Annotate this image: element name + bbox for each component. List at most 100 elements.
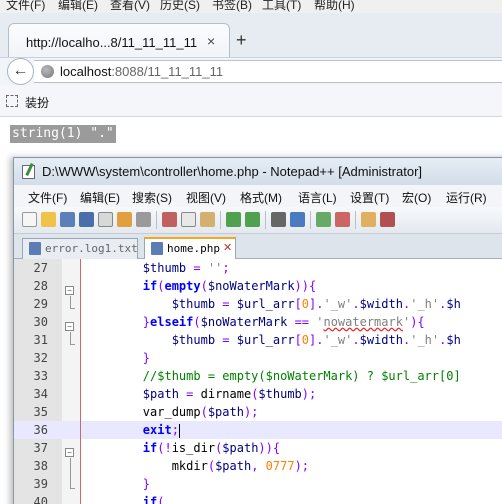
npp-menu-settings[interactable]: 设置(T) <box>350 189 389 206</box>
npp-file-tabs: error.log1.txt home.php ✕ <box>14 234 502 259</box>
file-tab-home-php[interactable]: home.php ✕ <box>144 237 236 259</box>
code-text: }elseif($noWaterMark == 'nowatermark'){ <box>142 315 425 329</box>
code-line: 38 mkdir($path, 0777); <box>14 457 502 475</box>
line-number: 35 <box>33 405 48 419</box>
code-text: $thumb = $url_arr[0].'_w'.$width.'_h'.$h <box>171 297 461 311</box>
open-folder-icon[interactable] <box>41 212 56 227</box>
globe-icon <box>41 65 54 78</box>
menu-bookmarks[interactable]: 书签(B) <box>212 0 252 13</box>
menu-history[interactable]: 历史(S) <box>160 0 200 13</box>
code-text: $thumb = $url_arr[0].'_w'.$width.'_h'.$h <box>171 333 461 347</box>
npp-menu-language[interactable]: 语言(L) <box>298 189 337 206</box>
url-bar[interactable]: localhost:8088/11_11_11_11 <box>34 60 502 83</box>
line-number: 31 <box>33 333 48 347</box>
code-text: mkdir($path, 0777); <box>85 459 310 473</box>
notepadpp-icon <box>22 165 35 179</box>
browser-menubar: 文件(F) 编辑(E) 查看(V) 历史(S) 书签(B) 工具(T) 帮助(H… <box>0 0 502 13</box>
undo-icon[interactable] <box>226 212 241 227</box>
code-line: 39 } <box>14 475 502 493</box>
toolbar-separator <box>355 211 356 229</box>
var-dump-output: string(1) "." <box>10 125 116 143</box>
toolbar-separator <box>220 211 221 229</box>
zoom-in-icon[interactable] <box>316 212 331 227</box>
url-host: localhost <box>60 64 112 79</box>
code-line: 29 $thumb = $url_arr[0].'_w'.$width.'_h'… <box>14 295 502 313</box>
new-file-icon[interactable] <box>22 212 37 227</box>
line-number: 37 <box>33 441 48 455</box>
line-number: 32 <box>33 351 48 365</box>
code-editor[interactable]: − − − 27 $thumb = ''; 28 if(empty($noWat… <box>14 259 502 504</box>
menu-tools[interactable]: 工具(T) <box>262 0 301 13</box>
code-line: 31 $thumb = $url_arr[0].'_w'.$width.'_h'… <box>14 331 502 349</box>
toolbar-separator <box>310 211 311 229</box>
npp-titlebar[interactable]: D:\WWW\system\controller\home.php - Note… <box>14 158 502 185</box>
line-number: 33 <box>33 369 48 383</box>
wrap-icon[interactable] <box>380 212 395 227</box>
line-number: 34 <box>33 387 48 401</box>
file-tab-label: error.log1.txt <box>45 242 138 255</box>
bookmark-item[interactable]: 装扮 <box>25 94 49 111</box>
file-icon <box>29 242 41 255</box>
menu-edit[interactable]: 编辑(E) <box>58 0 98 13</box>
code-line: 32 } <box>14 349 502 367</box>
code-text: if(empty($noWaterMark)){ <box>142 279 317 293</box>
toolbar-separator <box>156 211 157 229</box>
code-text: if(!is_dir($path)){ <box>142 441 281 455</box>
line-number: 29 <box>33 297 48 311</box>
file-tab-error-log[interactable]: error.log1.txt <box>22 238 138 259</box>
code-line: 35 var_dump($path); <box>14 403 502 421</box>
npp-menu-format[interactable]: 格式(M) <box>240 189 282 206</box>
close-all-icon[interactable] <box>117 212 132 227</box>
close-icon[interactable]: ✕ <box>223 241 232 254</box>
file-tab-label: home.php <box>167 242 220 255</box>
url-text[interactable]: localhost:8088/11_11_11_11 <box>60 64 223 79</box>
paste-icon[interactable] <box>200 212 215 227</box>
code-line: 40 if(... <box>14 493 502 504</box>
code-line: 28 if(empty($noWaterMark)){ <box>14 277 502 295</box>
browser-navbar: localhost:8088/11_11_11_11 ← <box>0 57 502 85</box>
npp-menu-run[interactable]: 运行(R) <box>446 189 487 206</box>
menu-file[interactable]: 文件(F) <box>6 0 45 13</box>
find-icon[interactable] <box>271 212 286 227</box>
menu-view[interactable]: 查看(V) <box>110 0 150 13</box>
npp-menu-file[interactable]: 文件(F) <box>28 189 67 206</box>
cut-icon[interactable] <box>162 212 177 227</box>
code-line: 30 }elseif($noWaterMark == 'nowatermark'… <box>14 313 502 331</box>
back-button[interactable]: ← <box>7 58 34 85</box>
save-all-icon[interactable] <box>79 212 94 227</box>
code-text: exit; <box>142 423 180 438</box>
new-tab-button[interactable]: + <box>236 31 247 49</box>
code-line: 34 $path = dirname($thumb); <box>14 385 502 403</box>
npp-window-title: D:\WWW\system\controller\home.php - Note… <box>42 164 423 179</box>
browser-tab-active[interactable]: http://localho...8/11_11_11_11 × <box>8 23 230 57</box>
code-text: } <box>142 351 151 365</box>
save-icon[interactable] <box>60 212 75 227</box>
line-number: 30 <box>33 315 48 329</box>
close-icon[interactable]: × <box>207 33 215 49</box>
close-file-icon[interactable] <box>98 212 113 227</box>
toolbar-separator <box>265 211 266 229</box>
tab-title: http://localho...8/11_11_11_11 <box>26 35 198 50</box>
print-icon[interactable] <box>136 212 151 227</box>
sync-scroll-icon[interactable] <box>361 212 376 227</box>
replace-icon[interactable] <box>290 212 305 227</box>
copy-icon[interactable] <box>181 212 196 227</box>
zoom-out-icon[interactable] <box>335 212 350 227</box>
npp-menu-search[interactable]: 搜索(S) <box>132 189 172 206</box>
change-margin <box>80 259 81 504</box>
line-number: 38 <box>33 459 48 473</box>
npp-toolbar <box>14 207 502 234</box>
code-text: var_dump($path); <box>85 405 259 419</box>
npp-menu-macro[interactable]: 宏(O) <box>402 189 431 206</box>
npp-menu-edit[interactable]: 编辑(E) <box>80 189 120 206</box>
npp-menubar: 文件(F) 编辑(E) 搜索(S) 视图(V) 格式(M) 语言(L) 设置(T… <box>14 185 502 207</box>
code-text: } <box>142 477 151 491</box>
code-comment: //$thumb = empty($noWaterMark) ? $url_ar… <box>85 369 461 383</box>
redo-icon[interactable] <box>245 212 260 227</box>
line-number: 39 <box>33 477 48 491</box>
menu-help[interactable]: 帮助(H) <box>314 0 355 13</box>
code-line: 27 $thumb = ''; <box>14 259 502 277</box>
browser-tabstrip: http://localho...8/11_11_11_11 × + <box>0 13 502 57</box>
npp-menu-view[interactable]: 视图(V) <box>186 189 226 206</box>
bookmark-icon <box>6 95 18 107</box>
